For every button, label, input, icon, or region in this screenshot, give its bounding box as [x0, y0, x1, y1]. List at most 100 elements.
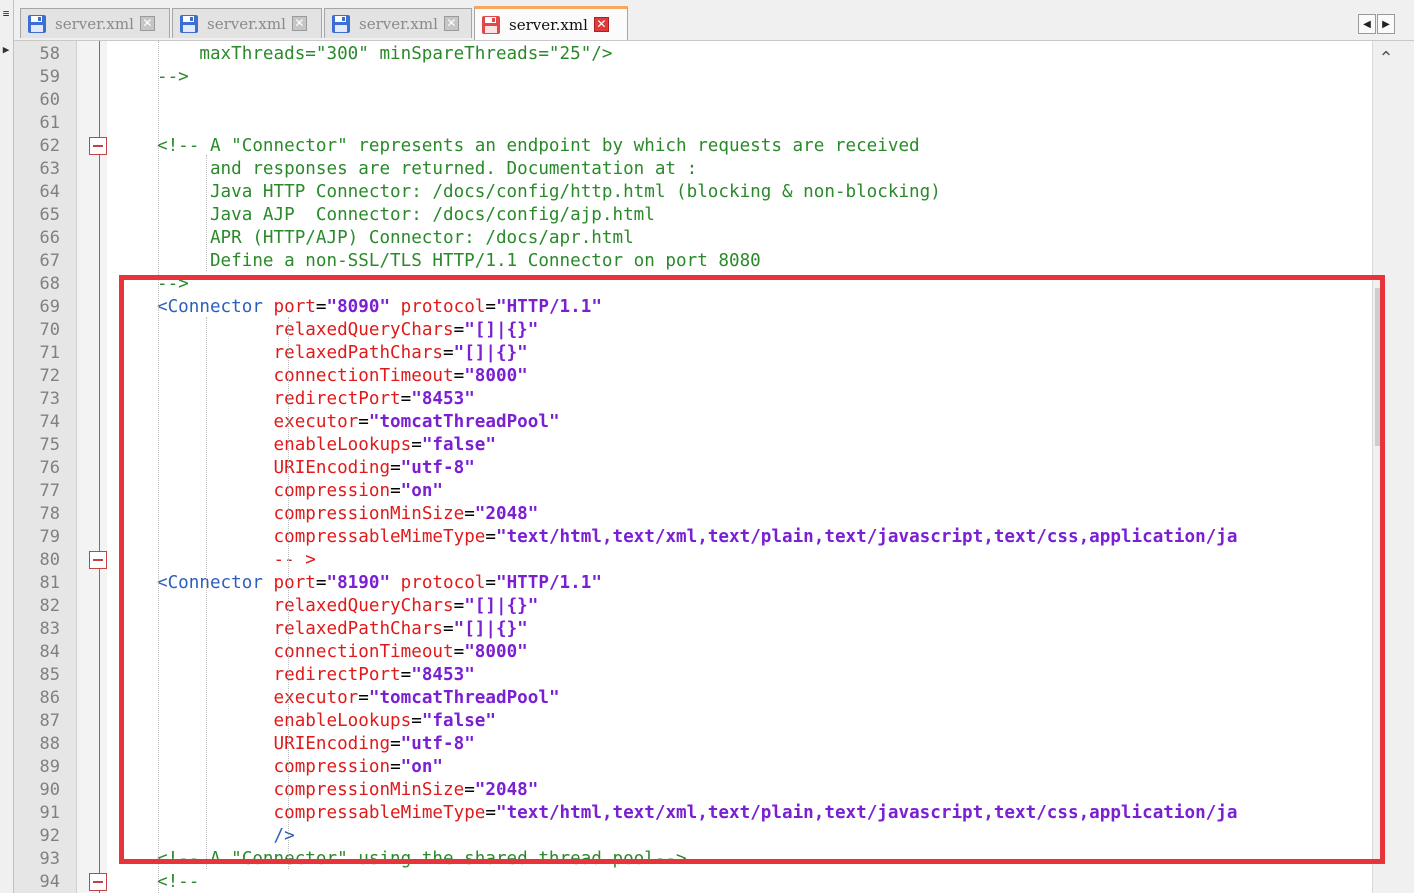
- code-line: compression="on": [157, 480, 444, 503]
- line-number: 58: [39, 44, 60, 64]
- code-token: URIEncoding: [273, 458, 391, 478]
- tab-label: server.xml: [359, 14, 438, 33]
- line-number: 72: [39, 366, 60, 386]
- fold-toggle-icon[interactable]: [89, 873, 107, 891]
- fold-toggle-icon[interactable]: [89, 137, 107, 155]
- code-token: =: [315, 573, 327, 593]
- code-token: <Connector: [157, 297, 274, 317]
- code-token: relaxedQueryChars: [273, 596, 454, 616]
- code-token: maxThreads="300" minSpareThreads="25"/>: [157, 44, 613, 64]
- tab-scroll-right-button[interactable]: ▶: [1377, 14, 1395, 34]
- code-line: connectionTimeout="8000": [157, 365, 528, 388]
- code-line: compression="on": [157, 756, 444, 779]
- code-token: "8453": [411, 389, 475, 409]
- code-line: <!--: [157, 871, 199, 893]
- code-token: =: [485, 803, 496, 823]
- line-number: 79: [39, 527, 60, 547]
- code-token: compression: [273, 757, 391, 777]
- code-token: =: [443, 343, 454, 363]
- scroll-thumb[interactable]: [1375, 288, 1385, 446]
- code-token: =: [485, 527, 496, 547]
- code-token: =: [411, 711, 422, 731]
- line-number: 88: [39, 734, 60, 754]
- code-token: =: [358, 412, 369, 432]
- close-x-icon[interactable]: ✕: [291, 16, 307, 31]
- tab-label: server.xml: [509, 15, 588, 34]
- code-line: enableLookups="false": [157, 710, 496, 733]
- code-token: =: [358, 688, 369, 708]
- indent-guide: [206, 155, 207, 271]
- code-token: "[]|{}": [453, 343, 528, 363]
- line-number: 81: [39, 573, 60, 593]
- code-line: executor="tomcatThreadPool": [157, 687, 560, 710]
- code-token: "8090": [326, 297, 391, 317]
- line-number: 83: [39, 619, 60, 639]
- close-x-icon[interactable]: ✕: [139, 16, 155, 31]
- panel-menu-icon[interactable]: ≡: [0, 4, 12, 24]
- file-tab[interactable]: server.xml ✕: [172, 8, 322, 38]
- line-number: 59: [39, 67, 60, 87]
- code-line: />: [157, 825, 295, 848]
- code-token: APR (HTTP/AJP) Connector: /docs/apr.html: [157, 228, 634, 248]
- file-tab[interactable]: server.xml ✕: [324, 8, 472, 38]
- file-tab[interactable]: server.xml ✕: [474, 6, 628, 40]
- floppy-disk-blue-icon: [27, 14, 47, 34]
- file-tab[interactable]: server.xml ✕: [20, 8, 170, 38]
- code-token: <!-- A "Connector" using the shared thre…: [157, 849, 687, 869]
- code-token: enableLookups: [273, 435, 412, 455]
- indent-guide: [206, 317, 207, 869]
- tab-label: server.xml: [207, 14, 286, 33]
- line-number: 70: [39, 320, 60, 340]
- tab-scroll-left-button[interactable]: ◀: [1358, 14, 1376, 34]
- code-token: executor: [273, 688, 359, 708]
- close-x-icon[interactable]: ✕: [443, 16, 459, 31]
- code-editor[interactable]: maxThreads="300" minSpareThreads="25"/> -…: [108, 41, 1372, 893]
- line-number: 69: [39, 297, 60, 317]
- code-token: =: [453, 320, 465, 340]
- code-line: compressableMimeType="text/html,text/xml…: [157, 526, 1238, 549]
- floppy-disk-red-icon: [481, 15, 501, 35]
- line-number: 82: [39, 596, 60, 616]
- code-line: -- >: [157, 549, 316, 572]
- code-token: "8000": [464, 366, 528, 386]
- code-token: =: [453, 596, 465, 616]
- panel-expand-arrow-icon[interactable]: ▶: [0, 40, 12, 60]
- code-line: compressableMimeType="text/html,text/xml…: [157, 802, 1238, 825]
- code-token: =: [400, 389, 412, 409]
- code-token: =: [400, 665, 412, 685]
- code-line: Java AJP Connector: /docs/config/ajp.htm…: [157, 204, 655, 227]
- code-token: =: [464, 780, 475, 800]
- code-token: relaxedPathChars: [273, 619, 444, 639]
- change-history-line: [99, 41, 100, 893]
- code-token: "tomcatThreadPool": [368, 688, 560, 708]
- line-number: 77: [39, 481, 60, 501]
- code-token: "8453": [411, 665, 475, 685]
- code-token: enableLookups: [273, 711, 412, 731]
- vertical-scrollbar[interactable]: ⌃: [1372, 41, 1414, 893]
- code-token: =: [485, 297, 496, 317]
- code-line: -->: [157, 66, 189, 89]
- fold-toggle-icon[interactable]: [89, 551, 107, 569]
- code-token: compressionMinSize: [273, 780, 465, 800]
- code-token: <!--: [157, 872, 200, 892]
- code-token: "on": [400, 481, 444, 501]
- line-number: 66: [39, 228, 60, 248]
- code-token: connectionTimeout: [273, 366, 454, 386]
- code-token: =: [390, 734, 401, 754]
- code-token: redirectPort: [273, 389, 401, 409]
- scroll-up-button[interactable]: ⌃: [1373, 41, 1399, 77]
- code-token: -->: [157, 274, 189, 294]
- line-number: 65: [39, 205, 60, 225]
- code-token: protocol: [400, 297, 486, 317]
- close-x-icon[interactable]: ✕: [593, 17, 609, 32]
- line-number: 78: [39, 504, 60, 524]
- code-token: "tomcatThreadPool": [368, 412, 560, 432]
- code-line: connectionTimeout="8000": [157, 641, 528, 664]
